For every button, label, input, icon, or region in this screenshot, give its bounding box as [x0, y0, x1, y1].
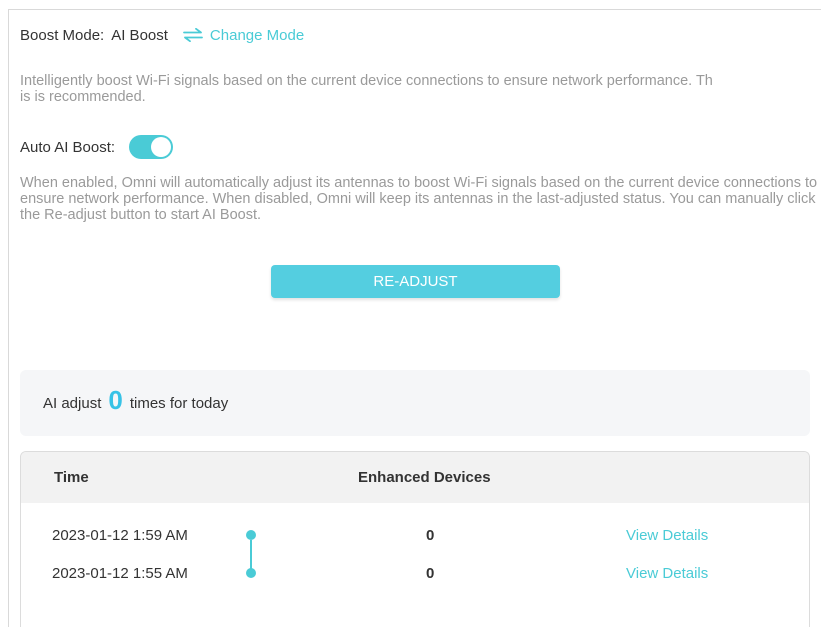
swap-arrows-icon — [183, 28, 203, 42]
panel-top-border — [8, 9, 821, 10]
boost-mode-description: Intelligently boost Wi-Fi signals based … — [20, 73, 820, 105]
adjust-history-table: Time Enhanced Devices 2023-01-12 1:59 AM… — [20, 451, 810, 627]
ai-adjust-summary: AI adjust 0 times for today — [20, 370, 810, 436]
timeline-dot — [246, 568, 256, 578]
table-row: 2023-01-12 1:59 AM 0 View Details — [21, 525, 809, 549]
auto-ai-boost-label: Auto AI Boost: — [20, 138, 116, 156]
auto-ai-boost-toggle[interactable] — [129, 135, 174, 159]
boost-mode-description-line1: Intelligently boost Wi-Fi signals based … — [20, 73, 713, 89]
table-header: Time Enhanced Devices — [21, 452, 809, 503]
panel-left-border — [8, 9, 9, 627]
change-mode-label[interactable]: Change Mode — [210, 27, 304, 44]
ai-adjust-suffix: times for today — [129, 394, 229, 412]
auto-ai-boost-description: When enabled, Omni will automatically ad… — [20, 175, 818, 223]
timeline-dot — [246, 530, 256, 540]
ai-adjust-prefix: AI adjust — [43, 394, 102, 412]
view-details-link[interactable]: View Details — [626, 527, 708, 544]
change-mode-link[interactable]: Change Mode — [183, 27, 304, 44]
table-row: 2023-01-12 1:55 AM 0 View Details — [21, 563, 809, 587]
row-time: 2023-01-12 1:59 AM — [52, 527, 188, 544]
auto-ai-boost-row: Auto AI Boost: — [20, 135, 174, 159]
re-adjust-button[interactable]: RE-ADJUST — [271, 265, 560, 298]
ai-adjust-count: 0 — [108, 384, 123, 415]
boost-mode-label: Boost Mode: — [20, 26, 105, 44]
column-header-time: Time — [54, 469, 89, 486]
column-header-enhanced-devices: Enhanced Devices — [358, 469, 491, 486]
boost-mode-description-line2: is is recommended. — [20, 89, 146, 105]
row-time: 2023-01-12 1:55 AM — [52, 565, 188, 582]
row-enhanced-devices: 0 — [426, 527, 435, 544]
boost-mode-row: Boost Mode: AI Boost Change Mode — [20, 25, 304, 45]
boost-mode-value: AI Boost — [111, 26, 168, 44]
toggle-knob — [151, 137, 172, 157]
row-enhanced-devices: 0 — [426, 565, 435, 582]
view-details-link[interactable]: View Details — [626, 565, 708, 582]
